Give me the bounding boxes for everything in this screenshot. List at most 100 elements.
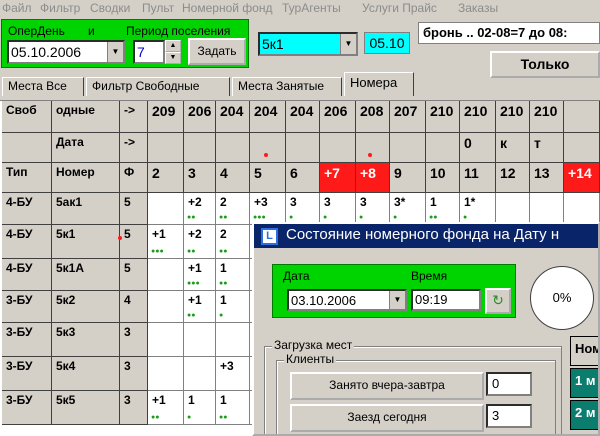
room-value: 5к1 [262, 36, 284, 52]
spin-down-icon[interactable]: ▼ [165, 52, 181, 64]
grid-row-label: 5 [120, 225, 148, 259]
grid-cell[interactable] [148, 193, 184, 225]
occupancy-dots-icon: ●● [219, 214, 228, 221]
cell-text: 210 [534, 103, 558, 119]
grid-cell[interactable] [496, 193, 530, 225]
cell-text: 206 [188, 103, 212, 119]
menu-reports[interactable]: Сводки [90, 1, 130, 15]
cell-text: 2 [152, 165, 160, 181]
grid-cell[interactable] [184, 357, 216, 391]
cell-text: 1 [220, 261, 227, 275]
grid-cell[interactable] [530, 193, 564, 225]
grid-cell[interactable]: +1 ●●● [148, 225, 184, 259]
grid-cell[interactable]: +3 [216, 357, 250, 391]
grid-header-cell [564, 133, 600, 163]
cell-text: +2 [188, 195, 202, 209]
grid-cell[interactable] [148, 291, 184, 323]
chevron-down-icon[interactable]: ▼ [340, 34, 356, 54]
grid-cell[interactable]: 1* ● [460, 193, 496, 225]
menu-services-price[interactable]: Услуги Прайс [362, 1, 437, 15]
menu-console[interactable]: Пульт [142, 1, 174, 15]
chevron-down-icon[interactable]: ▼ [107, 42, 123, 62]
cell-text: 1 [220, 393, 227, 407]
cell-text: -> [124, 103, 136, 117]
occupancy-dots-icon: ● [219, 312, 224, 319]
grid-row-label: 5ак1 [52, 193, 120, 225]
tab-bar: Места Все Фильтр Свободные Места Занятые… [0, 72, 600, 96]
grid-cell[interactable]: 2 ●● [216, 193, 250, 225]
grid-cell[interactable]: +2 ●● [184, 193, 216, 225]
grid-cell[interactable]: 3* ● [390, 193, 426, 225]
grid-cell[interactable]: 1 ● [184, 391, 216, 425]
grid-cell[interactable]: +1 ●●● [184, 259, 216, 291]
grid-cell[interactable] [184, 323, 216, 357]
grid-cell[interactable] [148, 357, 184, 391]
grid-header-cell: 204 [216, 101, 250, 133]
occupancy-dots-icon: ●●● [151, 248, 164, 255]
grid-header-cell: 13 [530, 163, 564, 193]
grid-header-cell: 11 [460, 163, 496, 193]
dialog-title-bar[interactable]: Состояние номерного фонда на Дату н [254, 224, 598, 248]
marker-dot-icon [264, 153, 268, 157]
grid-cell[interactable]: 3 ● [320, 193, 356, 225]
grid-cell[interactable]: 3 ● [356, 193, 390, 225]
grid-cell[interactable]: 2 ●● [216, 225, 250, 259]
operday-value: 05.10.2006 [11, 44, 82, 60]
tab-free-filter[interactable]: Фильтр Свободные [86, 77, 230, 96]
menu-file[interactable]: Файл [2, 1, 32, 15]
grid-cell[interactable]: 1 ●● [216, 391, 250, 425]
grid-cell[interactable]: 1 ●● [426, 193, 460, 225]
cell-text: 6 [290, 165, 298, 181]
grid-cell[interactable]: +2 ●● [184, 225, 216, 259]
grid-header-cell: Дата [52, 133, 120, 163]
grid-header-cell: Тип [2, 163, 52, 193]
date-combo[interactable]: 03.10.2006 ▼ [287, 289, 407, 311]
operday-combo[interactable]: 05.10.2006 ▼ [7, 40, 125, 64]
cell-text: Номер [56, 165, 95, 179]
grid-cell[interactable]: +1 ●● [184, 291, 216, 323]
spin-up-icon[interactable]: ▲ [165, 40, 181, 52]
tab-occupied[interactable]: Места Занятые [232, 77, 342, 96]
grid-row-label: 4-БУ [2, 225, 52, 259]
grid-header-cell: 210 [426, 101, 460, 133]
grid-header-cell: 206 [184, 101, 216, 133]
menu-filter[interactable]: Фильтр [40, 1, 80, 15]
grid-cell[interactable] [148, 259, 184, 291]
two-place-cell[interactable]: 2 м [570, 400, 598, 430]
chevron-down-icon[interactable]: ▼ [389, 291, 405, 309]
menu-room-fund[interactable]: Номерной фонд [182, 1, 272, 15]
grid-header-cell: 10 [426, 163, 460, 193]
menu-tour-agents[interactable]: ТурАгенты [282, 1, 341, 15]
grid-header-cell [2, 133, 52, 163]
occupied-yesterday-tomorrow-button[interactable]: Занято вчера-завтра [290, 372, 484, 400]
grid-cell[interactable]: 3 ● [286, 193, 320, 225]
tab-all-places[interactable]: Места Все [2, 77, 84, 96]
menu-orders[interactable]: Заказы [458, 1, 498, 15]
checkin-today-button[interactable]: Заезд сегодня [290, 404, 484, 432]
set-button[interactable]: Задать [188, 38, 246, 65]
cell-text: 11 [464, 165, 479, 181]
one-place-cell[interactable]: 1 м [570, 368, 598, 398]
cell-text: к [500, 135, 508, 151]
period-input[interactable]: 7 [133, 40, 165, 64]
grid-cell[interactable]: 1 ● [216, 291, 250, 323]
cell-text: 1 [188, 393, 195, 407]
grid-header-cell [216, 133, 250, 163]
grid-cell[interactable]: +3 ●●● [250, 193, 286, 225]
tab-rooms[interactable]: Номера [344, 72, 414, 96]
occupancy-dots-icon: ●●● [187, 280, 200, 287]
grid-row-label: 5к2 [52, 291, 120, 323]
period-value: 7 [137, 44, 145, 60]
grid-cell[interactable]: 1 ●● [216, 259, 250, 291]
grid-cell[interactable]: +1 ●● [148, 391, 184, 425]
grid-cell[interactable] [148, 323, 184, 357]
cell-text: 0 [464, 135, 472, 151]
cell-text: 5ак1 [56, 195, 83, 209]
occupied-value: 0 [486, 372, 532, 396]
grid-cell[interactable] [216, 323, 250, 357]
cell-text: 3-БУ [6, 293, 33, 307]
room-combo[interactable]: 5к1 ▼ [258, 32, 358, 56]
time-input[interactable]: 09:19 [411, 289, 481, 311]
grid-cell[interactable] [564, 193, 600, 225]
refresh-button[interactable]: ↻ [485, 288, 511, 314]
